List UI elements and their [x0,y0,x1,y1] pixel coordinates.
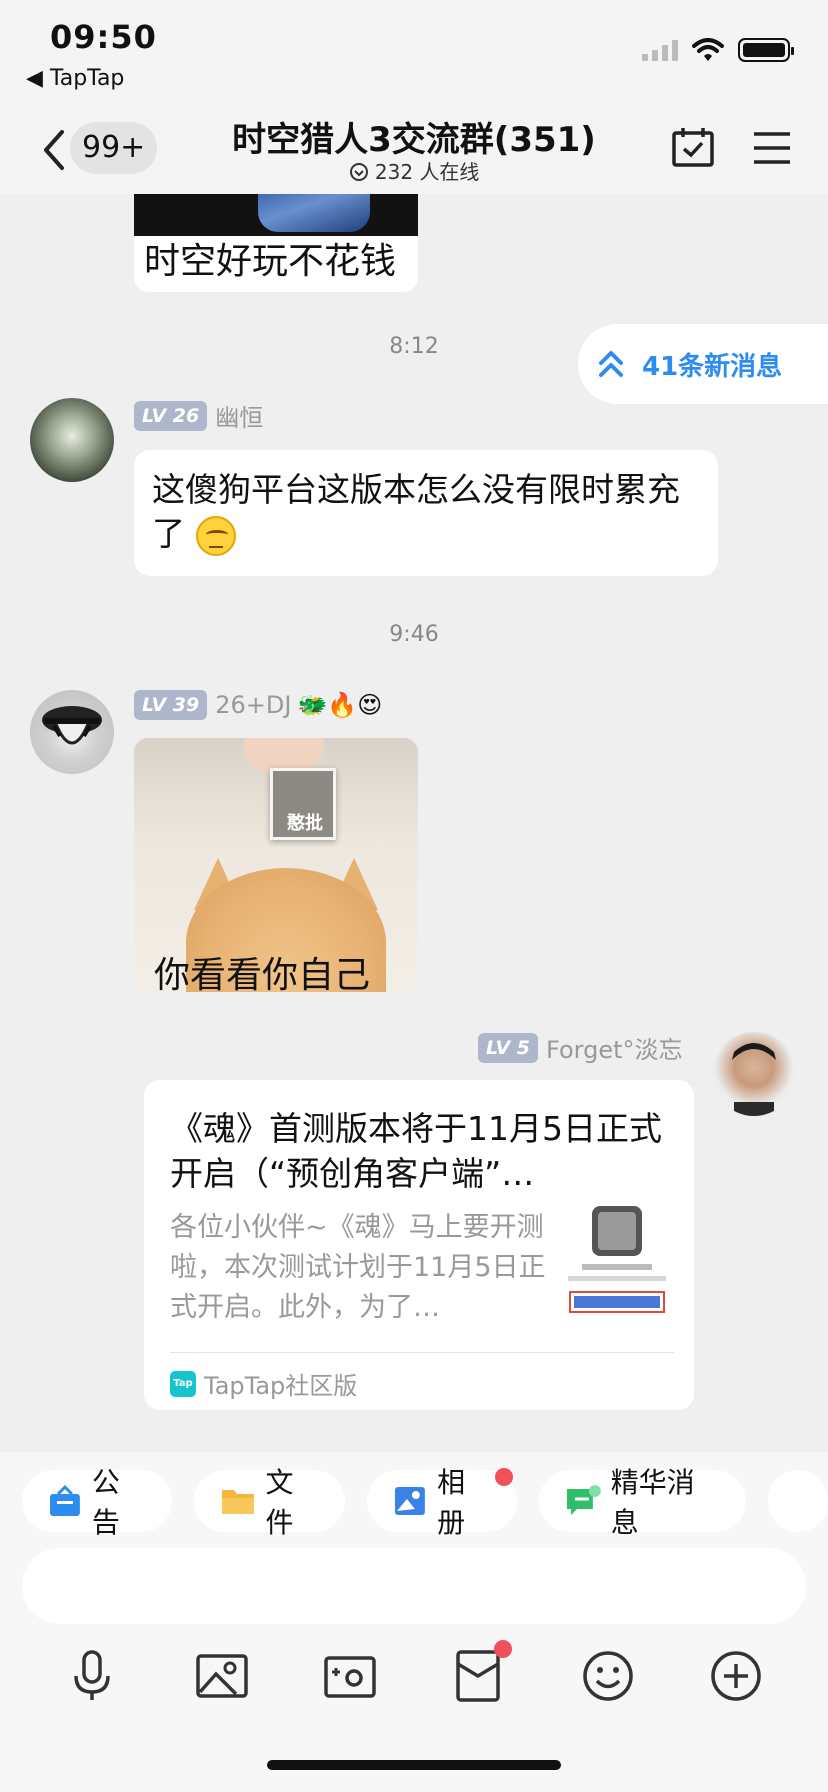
message-meta: LV 39 26+DJ 🐲🔥😍 [134,690,382,720]
chip-label: 文件 [265,1466,294,1539]
cat-meme-image[interactable]: 憨批 你看看你自己 [134,738,418,992]
avatar[interactable] [30,690,114,774]
menu-icon[interactable] [752,128,792,168]
folder-icon [221,1490,254,1514]
luffy-avatar-art [42,706,102,745]
chip-label: 公告 [91,1466,120,1539]
level-badge: LV 5 [478,1032,539,1063]
link-thumbnail [562,1206,672,1316]
status-icons [642,38,794,62]
message-meta: LV 5 Forget°淡忘 [478,1030,683,1065]
chip-album[interactable]: 相册 [367,1466,517,1539]
notification-dot [494,1640,512,1658]
back-to-app-link[interactable]: ◀ TapTap [26,66,124,91]
smirk-emoji-icon [195,515,236,556]
username[interactable]: 26+DJ [215,691,291,719]
link-description: 各位小伙伴~《魂》马上要开测啦，本次测试计划于11月5日正式开启。此外，为了… [170,1212,546,1323]
input-toolbar [0,1640,828,1718]
chip-more[interactable] [768,1470,828,1532]
link-title: 《魂》首测版本将于11月5日正式开启（“预创角客户端”… [170,1109,662,1193]
notification-dot [494,1468,513,1486]
status-bar: 09:50 ◀ TapTap [0,0,828,108]
online-text: 232 人在线 [374,160,480,184]
link-source: Tap TapTap社区版 [170,1366,357,1401]
featured-icon [566,1485,601,1515]
chip-featured[interactable]: 精华消息 [538,1466,747,1539]
link-divider [170,1352,674,1353]
online-icon [349,163,368,181]
chip-files[interactable]: 文件 [193,1466,346,1539]
username[interactable]: 幽恒 [215,398,263,433]
chip-announcement[interactable]: 公告 [22,1466,172,1539]
wolf-art [258,194,370,232]
username[interactable]: Forget°淡忘 [546,1030,683,1065]
link-source-label: TapTap社区版 [204,1372,358,1400]
chat-messages[interactable]: 时空好玩不花钱 8:12 41条新消息 LV 26 幽恒 这傻狗平台这版本怎么没… [0,194,828,1452]
link-card[interactable]: 《魂》首测版本将于11月5日正式开启（“预创角客户端”… 各位小伙伴~《魂》马上… [144,1080,694,1410]
message-meta: LV 26 幽恒 [134,398,263,433]
photo-card-text: 憨批 [287,813,323,834]
avatar[interactable] [30,398,114,482]
album-icon [395,1487,426,1515]
camera-icon[interactable] [322,1648,378,1704]
quick-chips: 公告 文件 相册 精华消息 [22,1466,828,1539]
message-input[interactable] [22,1548,806,1624]
sticker-message-image[interactable]: 时空好玩不花钱 [134,194,418,292]
home-indicator [267,1760,561,1770]
photo-card: 憨批 [270,768,336,840]
avatar[interactable] [712,1032,796,1116]
announcement-icon [49,1484,80,1516]
plus-icon[interactable] [708,1648,764,1704]
username-emojis: 🐲🔥😍 [297,691,383,719]
microphone-icon[interactable] [64,1648,120,1704]
level-badge: LV 26 [134,400,208,431]
new-messages-label: 41条新消息 [642,351,783,382]
meme-caption: 你看看你自己 [154,955,371,992]
battery-icon [738,38,794,62]
sticker-caption: 时空好玩不花钱 [144,241,397,282]
signal-icon [642,39,678,61]
double-chevron-up-icon [599,351,623,377]
chip-label: 精华消息 [610,1466,695,1539]
level-badge: LV 39 [134,690,208,720]
wifi-icon [692,38,724,61]
image-icon[interactable] [194,1648,250,1704]
calendar-check-icon[interactable] [670,124,716,170]
bottom-panel: 公告 文件 相册 精华消息 [0,1452,828,1792]
user-photo-art [732,1043,776,1116]
taptap-logo-icon: Tap [170,1370,196,1397]
time-divider: 9:46 [389,622,439,647]
new-messages-button[interactable]: 41条新消息 [578,324,828,404]
chat-header: 99+ 时空猎人3交流群(351) 232 人在线 [0,108,828,194]
emoji-icon[interactable] [580,1648,636,1704]
chip-label: 相册 [437,1466,466,1539]
status-time: 09:50 [50,18,157,56]
message-bubble[interactable]: 这傻狗平台这版本怎么没有限时累充了 [134,450,718,576]
